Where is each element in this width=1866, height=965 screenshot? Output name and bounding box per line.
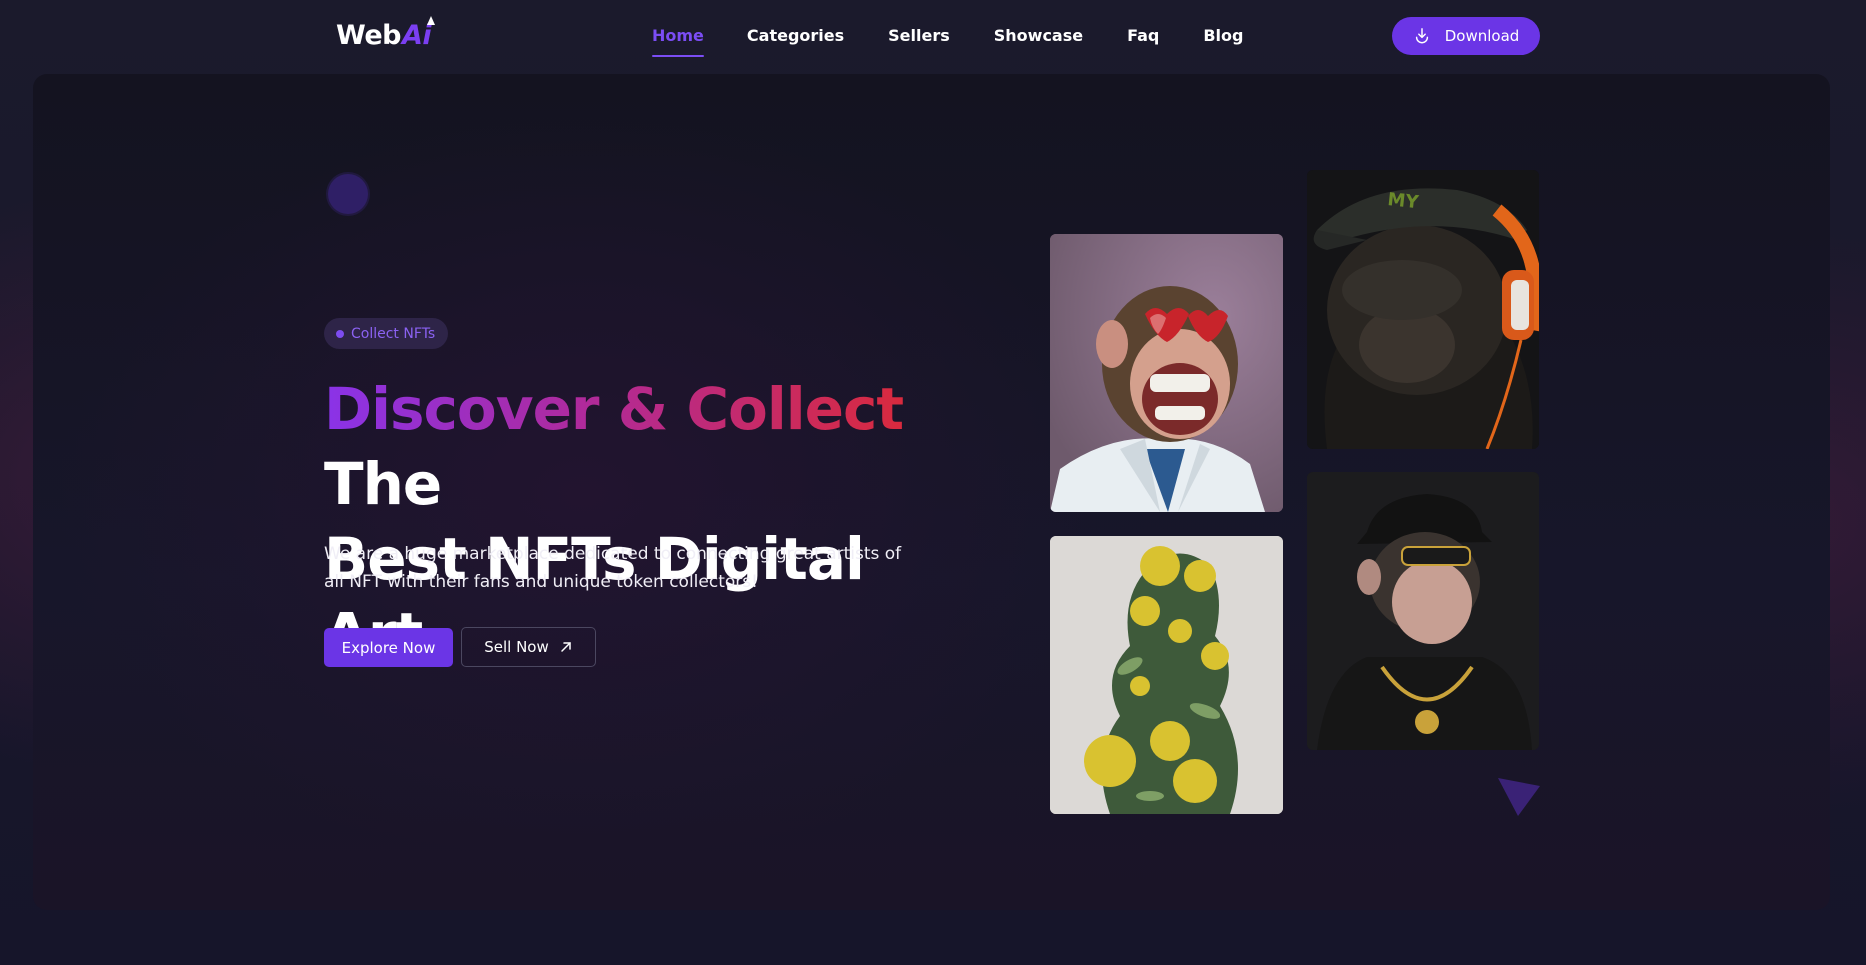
site-header: Web Ai Home Categories Sellers Showcase F… — [0, 0, 1866, 72]
nav-sellers[interactable]: Sellers — [888, 23, 950, 57]
headline-gradient-text: Discover & Collect — [324, 375, 904, 443]
dot-icon — [336, 329, 344, 338]
sell-now-label: Sell Now — [484, 638, 549, 656]
logo-spark-icon — [427, 15, 436, 25]
sell-now-button[interactable]: Sell Now — [461, 627, 596, 667]
flower-bust-image — [1050, 536, 1283, 814]
main-nav: Home Categories Sellers Showcase Faq Blo… — [652, 23, 1243, 57]
download-icon — [1415, 28, 1428, 44]
nav-blog[interactable]: Blog — [1203, 23, 1243, 57]
nav-home[interactable]: Home — [652, 23, 704, 57]
nft-card-flower-bust[interactable] — [1050, 536, 1283, 814]
arrow-up-right-icon — [561, 642, 571, 652]
chimp-headphones-image: MY — [1307, 170, 1539, 449]
nft-card-chimp-headphones[interactable]: MY — [1307, 170, 1539, 449]
logo-accent: Ai — [402, 15, 436, 51]
hero-headline: Discover & Collect The Best NFTs Digital… — [324, 372, 964, 672]
download-button[interactable]: Download — [1392, 17, 1540, 55]
ape-gold-chain-image — [1307, 472, 1539, 750]
svg-text:MY: MY — [1386, 189, 1420, 213]
download-label: Download — [1444, 27, 1520, 45]
hero-description: We are a huge marketplace dedicated to c… — [324, 544, 902, 592]
ape-heart-glasses-image — [1050, 234, 1283, 512]
logo[interactable]: Web Ai — [336, 15, 436, 52]
nav-showcase[interactable]: Showcase — [994, 23, 1083, 57]
nft-card-ape-gold-chain[interactable] — [1307, 472, 1539, 750]
nav-faq[interactable]: Faq — [1127, 23, 1159, 57]
headline-text-1: The — [324, 450, 442, 518]
decorative-triangle-icon — [1498, 778, 1540, 816]
collect-badge: Collect NFTs — [324, 318, 449, 349]
nft-card-ape-heart-glasses[interactable] — [1050, 234, 1283, 512]
page: Web Ai Home Categories Sellers Showcase F… — [0, 0, 1866, 965]
explore-now-button[interactable]: Explore Now — [324, 628, 453, 667]
nav-categories[interactable]: Categories — [747, 23, 844, 57]
badge-label: Collect NFTs — [351, 325, 436, 342]
decorative-circle-icon — [328, 174, 368, 214]
logo-text: Web — [336, 19, 401, 51]
